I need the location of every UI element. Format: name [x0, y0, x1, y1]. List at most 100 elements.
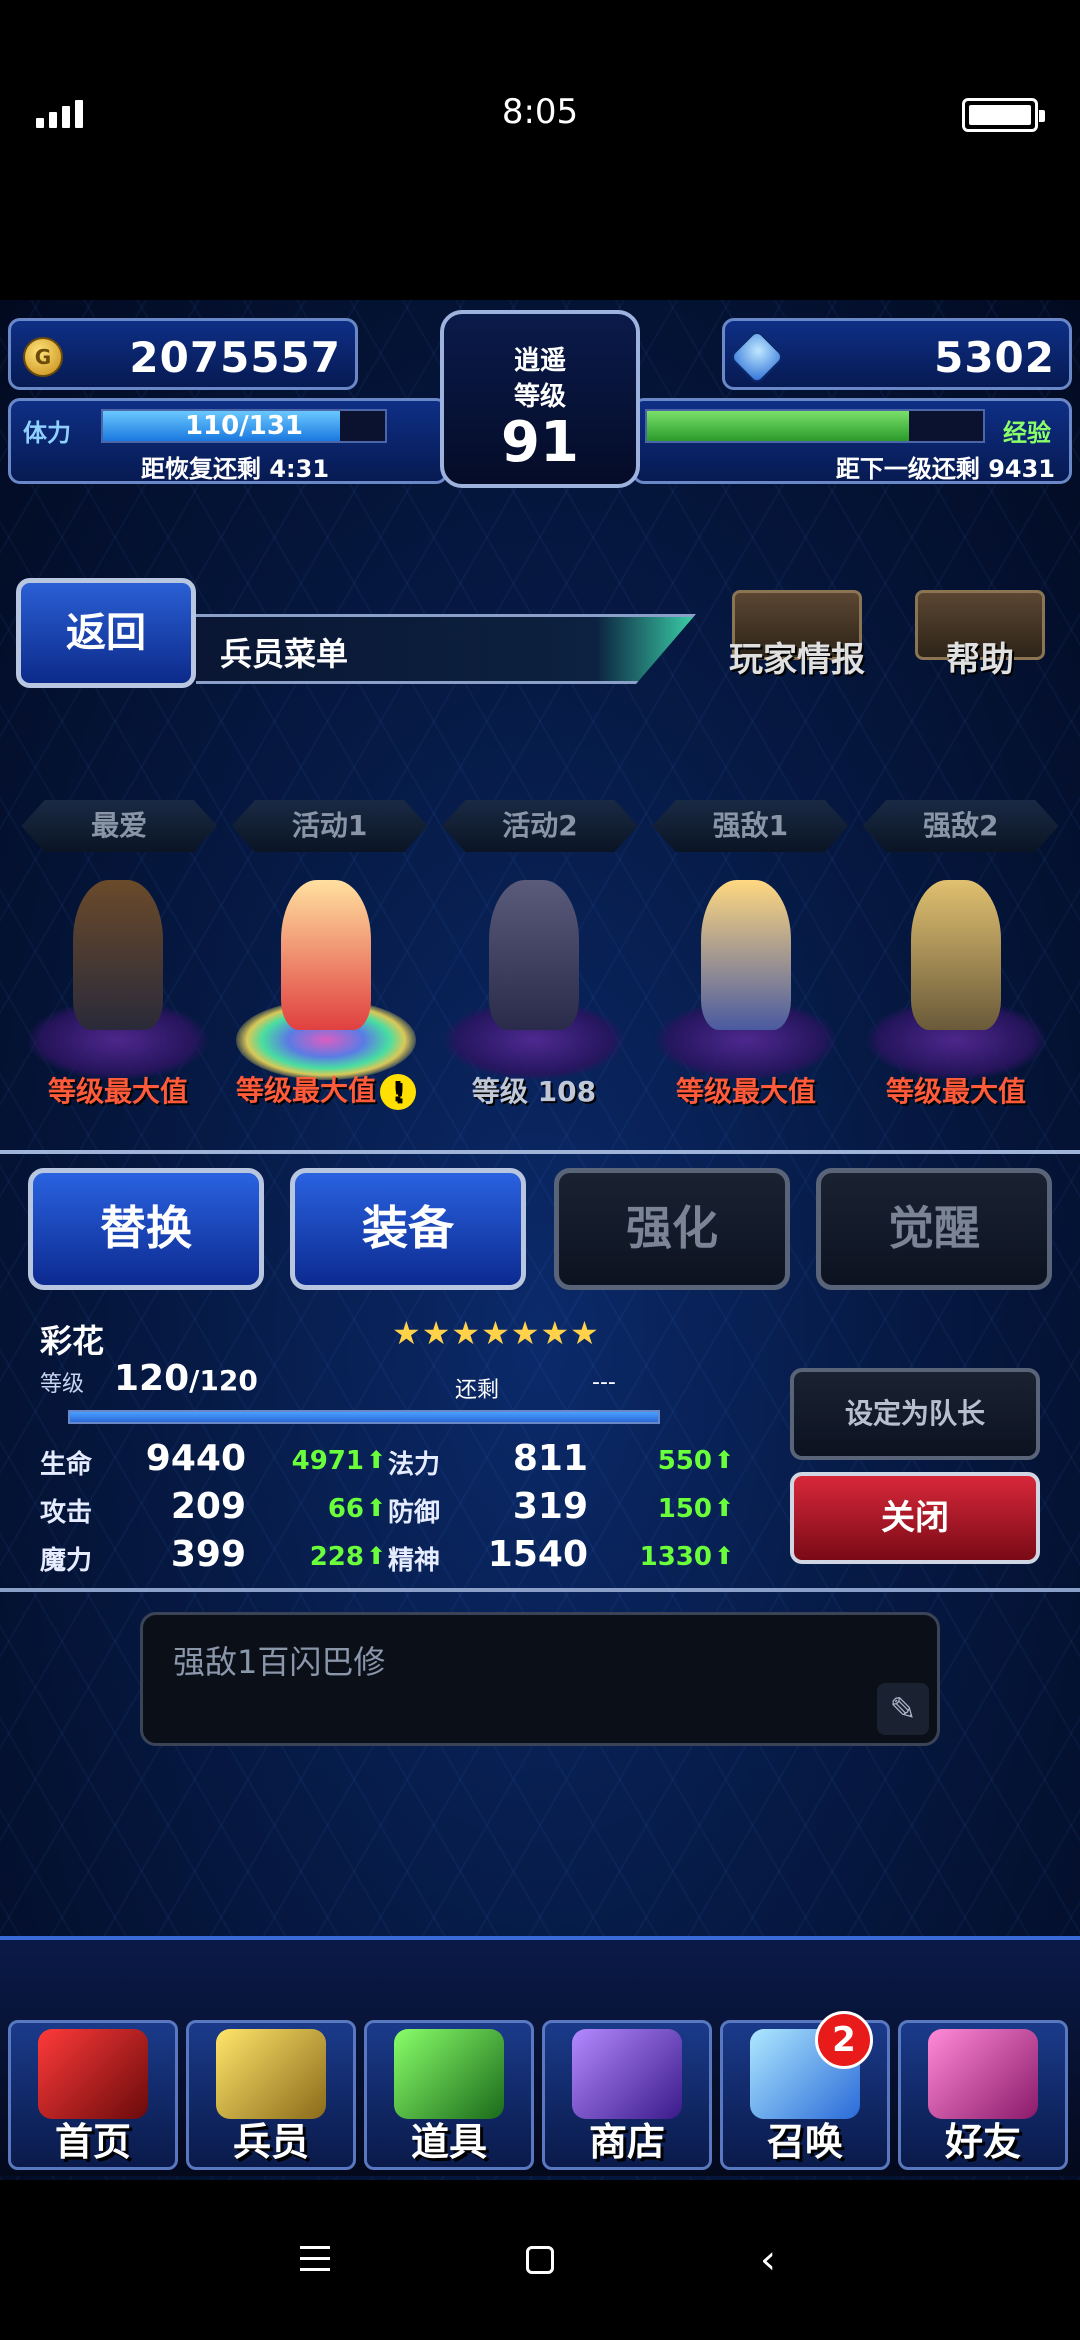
unit-sprite: [73, 880, 163, 1030]
nav-items[interactable]: 道具: [364, 2020, 534, 2170]
stamina-recover-text: 距恢复还剩 4:31: [141, 455, 330, 483]
up-arrow-icon: ⬆: [366, 1494, 387, 1522]
stat-def-value: 319: [512, 1486, 588, 1527]
shop-cart-icon: [572, 2029, 682, 2119]
nav-shop[interactable]: 商店: [542, 2020, 712, 2170]
nav-units[interactable]: 兵员: [186, 2020, 356, 2170]
tab-favorites[interactable]: 最爱: [21, 800, 218, 852]
unit-level-label: 等级最大值!: [226, 1069, 426, 1110]
stat-row: 生命 9440 4971 ⬆ 法力 811 550 ⬆: [40, 1438, 740, 1486]
nav-units-label: 兵员: [232, 2120, 309, 2164]
tab-strong-enemy-1[interactable]: 强敌1: [652, 800, 849, 852]
unit-sprite: [701, 880, 791, 1030]
stat-mag-bonus: 228: [309, 1542, 364, 1572]
party-tabs: 最爱 活动1 活动2 强敌1 强敌2: [0, 800, 1080, 860]
nav-home-label: 首页: [54, 2120, 131, 2164]
menu-title-banner: 兵员菜单: [196, 614, 696, 684]
help-label: 帮助: [946, 640, 1014, 680]
edit-pen-icon[interactable]: ✎: [877, 1683, 929, 1735]
unit-exp-bar: [68, 1410, 660, 1424]
battery-icon: [962, 98, 1045, 132]
unit-slot-3[interactable]: 等级 108: [434, 870, 634, 1120]
unit-level-label: 等级最大值: [885, 1075, 1026, 1108]
stat-hp-label: 生命: [40, 1450, 93, 1480]
up-arrow-icon: ⬆: [714, 1542, 735, 1570]
stat-atk-bonus: 66: [327, 1494, 364, 1524]
unit-slot-5[interactable]: 等级最大值: [856, 870, 1056, 1120]
stat-mp-value: 811: [512, 1438, 588, 1479]
warning-icon: !: [380, 1074, 416, 1110]
tab-event-1[interactable]: 活动1: [231, 800, 428, 852]
unit-slot-2[interactable]: 等级最大值!: [226, 870, 426, 1120]
system-navigation: ‹: [0, 2180, 1080, 2340]
tab-strong-enemy-2[interactable]: 强敌2: [862, 800, 1059, 852]
divider: [0, 1150, 1080, 1154]
stat-spr-label: 精神: [388, 1546, 441, 1576]
unit-slot-4[interactable]: 等级最大值: [646, 870, 846, 1120]
level-label: 等级: [40, 1372, 85, 1397]
gem-amount: 5302: [934, 333, 1055, 382]
unit-sprite: [489, 880, 579, 1030]
enhance-button[interactable]: 强化: [554, 1168, 790, 1290]
unit-detail-panel: 彩花 ★★★★★★★ 等级 120/120 还剩 --- 生命 9440 497…: [0, 1300, 1080, 1600]
close-button[interactable]: 关闭: [790, 1472, 1040, 1564]
stat-atk-label: 攻击: [40, 1498, 93, 1528]
stat-def-label: 防御: [388, 1498, 441, 1528]
unit-warrior-icon: [216, 2029, 326, 2119]
stat-def-bonus: 150: [657, 1494, 712, 1524]
nav-items-label: 道具: [410, 2120, 487, 2164]
home-button[interactable]: [510, 2230, 570, 2290]
gil-amount: 2075557: [129, 333, 341, 382]
up-arrow-icon: ⬆: [366, 1542, 387, 1570]
stats-table: 生命 9440 4971 ⬆ 法力 811 550 ⬆ 攻击 209 66 ⬆ 防御 …: [40, 1438, 740, 1582]
replace-button[interactable]: 替换: [28, 1168, 264, 1290]
unit-note-field[interactable]: 强敌1百闪巴修 ✎: [140, 1612, 940, 1746]
rank-level: 91: [501, 410, 579, 475]
awaken-button[interactable]: 觉醒: [816, 1168, 1052, 1290]
help-button[interactable]: 帮助: [900, 590, 1060, 700]
unit-sprite: [911, 880, 1001, 1030]
remain-value: ---: [592, 1370, 616, 1395]
unit-note-text: 强敌1百闪巴修: [173, 1643, 386, 1681]
nav-summon[interactable]: 召唤 2: [720, 2011, 890, 2170]
stat-hp-bonus: 4971: [291, 1446, 364, 1476]
rarity-stars: ★★★★★★★: [392, 1314, 600, 1352]
back-system-button[interactable]: ‹: [738, 2230, 798, 2290]
level-max: /120: [189, 1364, 258, 1397]
unit-slot-1[interactable]: 等级最大值: [18, 870, 218, 1120]
nav-shop-label: 商店: [588, 2120, 665, 2164]
stat-spr-bonus: 1330: [639, 1542, 712, 1572]
stat-row: 攻击 209 66 ⬆ 防御 319 150 ⬆: [40, 1486, 740, 1534]
up-arrow-icon: ⬆: [714, 1446, 735, 1474]
recent-apps-button[interactable]: [286, 2230, 346, 2290]
rank-label: 等级: [513, 382, 566, 412]
back-button[interactable]: 返回: [16, 578, 196, 688]
equip-button[interactable]: 装备: [290, 1168, 526, 1290]
summon-notification-badge: 2: [815, 2011, 873, 2069]
stat-row: 魔力 399 228 ⬆ 精神 1540 1330 ⬆: [40, 1534, 740, 1582]
set-leader-button[interactable]: 设定为队长: [790, 1368, 1040, 1460]
stat-mp-label: 法力: [388, 1450, 441, 1480]
tab-event-2[interactable]: 活动2: [441, 800, 638, 852]
up-arrow-icon: ⬆: [366, 1446, 387, 1474]
gil-coin-icon: G: [23, 337, 63, 377]
nav-friends[interactable]: 好友: [898, 2020, 1068, 2170]
top-hud: G 2075557 5302 体力 110/131 距恢复还剩 4:31 经验 …: [0, 310, 1080, 490]
unit-sprite: [281, 880, 371, 1030]
status-bar: 8:05: [0, 0, 1080, 230]
nav-home[interactable]: 首页: [8, 2020, 178, 2170]
menu-lines-icon: [300, 2246, 330, 2279]
unit-level-label: 等级最大值: [675, 1075, 816, 1108]
stat-hp-value: 9440: [145, 1438, 246, 1479]
crossed-swords-icon: [38, 2029, 148, 2119]
player-info-button[interactable]: 玩家情报: [712, 590, 882, 700]
gem-panel[interactable]: 5302: [722, 318, 1072, 390]
remain-label: 还剩: [455, 1378, 500, 1403]
unit-actions: 替换 装备 强化 觉醒: [0, 1168, 1080, 1298]
nav-friends-label: 好友: [944, 2120, 1021, 2164]
potion-icon: [394, 2029, 504, 2119]
clock: 8:05: [501, 92, 579, 132]
exp-next-text: 距下一级还剩 9431: [835, 455, 1055, 483]
unit-level-text: 等级最大值: [235, 1074, 376, 1107]
stamina-label: 体力: [23, 419, 71, 447]
